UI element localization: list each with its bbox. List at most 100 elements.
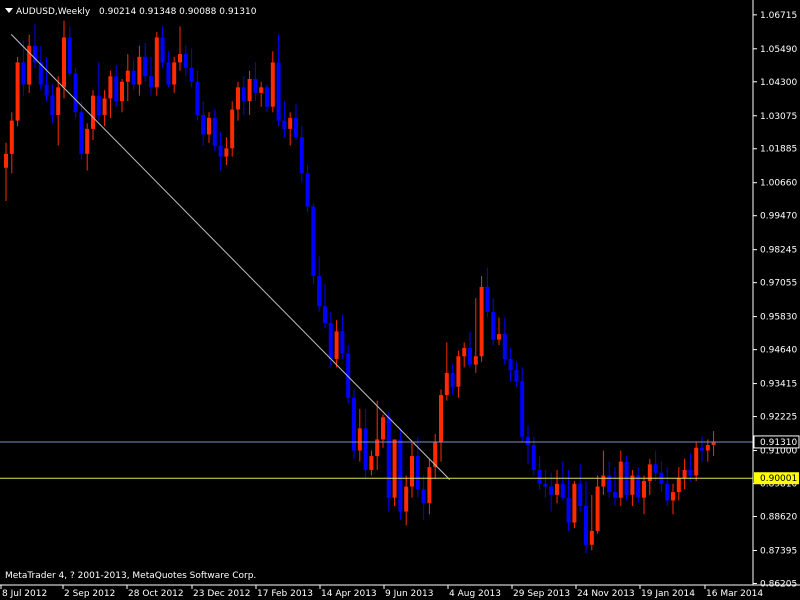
candle-body [195, 81, 200, 116]
candle-body [288, 117, 293, 129]
y-tick-label: 0.86205 [760, 579, 797, 589]
candle-body [560, 483, 565, 498]
candle-body [444, 372, 449, 396]
y-tick-label: 0.88620 [760, 513, 797, 523]
candle-body [178, 54, 182, 63]
candle-body [694, 447, 699, 476]
y-tick-label: 0.93415 [760, 380, 797, 390]
candle-body [427, 467, 432, 504]
candle-body [305, 173, 310, 207]
candle-body [520, 381, 525, 437]
candle-body [642, 481, 646, 498]
x-tick-label: 17 Feb 2013 [257, 589, 313, 599]
ohlc-readout: 0.90214 0.91348 0.90088 0.91310 [99, 7, 257, 17]
candle-body [352, 397, 356, 451]
candle-body [224, 148, 229, 157]
candle-body [276, 62, 281, 121]
candle-body [502, 334, 507, 360]
candle-body [688, 469, 693, 476]
y-tick-label: 1.06715 [760, 11, 797, 21]
candle-body [218, 145, 223, 157]
candle-body [4, 153, 8, 168]
candle-body [102, 98, 107, 116]
candle-body [253, 79, 258, 93]
candle-body [120, 81, 124, 102]
candle-body [595, 486, 600, 531]
candle-body [114, 76, 119, 102]
candle-body [166, 62, 171, 85]
candle-body [566, 497, 571, 523]
candle-body [183, 54, 188, 68]
candle-body [584, 505, 588, 545]
candle-body [282, 120, 287, 129]
candle-body [56, 87, 61, 116]
y-tick-label: 1.00660 [760, 179, 797, 189]
candle-body [705, 444, 710, 451]
candle-body [491, 311, 496, 340]
candle-body [108, 76, 113, 99]
candle-body [682, 469, 687, 479]
candle-body [613, 492, 617, 498]
x-tick-label: 28 Oct 2012 [128, 589, 184, 599]
candle-body [9, 120, 14, 154]
candle-body [421, 489, 426, 504]
candle-body [381, 417, 385, 440]
candle-body [415, 456, 420, 490]
candle-body [671, 492, 675, 501]
y-tick-label: 0.98245 [760, 246, 797, 256]
candle-body [323, 306, 327, 323]
candle-body [270, 62, 275, 107]
candle-body [328, 322, 333, 360]
candle-body [410, 456, 414, 487]
candle-body [473, 356, 478, 365]
x-tick-label: 2 Sep 2012 [64, 589, 115, 599]
candle-body [96, 95, 101, 116]
candle-body [357, 428, 362, 451]
candle-body [676, 478, 681, 493]
candle-body [265, 87, 269, 107]
candle-body [439, 395, 443, 443]
level-price-label: 0.90001 [760, 474, 797, 484]
candle-body [589, 530, 594, 545]
candle-body [572, 483, 577, 523]
bid-price-label: 0.91310 [760, 438, 797, 448]
candle-body [601, 475, 606, 487]
candle-body [653, 464, 658, 473]
candle-body [311, 206, 316, 276]
y-tick-label: 1.03075 [760, 112, 797, 122]
candle-body [485, 286, 490, 312]
candle-body [247, 79, 252, 102]
candle-body [299, 137, 304, 174]
candle-body [201, 115, 206, 135]
candle-body [537, 469, 542, 484]
candle-body [578, 483, 583, 506]
candle-body [207, 117, 211, 135]
candle-body [514, 370, 519, 382]
candle-body [294, 117, 298, 138]
candle-body [543, 483, 548, 487]
candle-body [125, 70, 130, 82]
y-tick-label: 0.99470 [760, 212, 797, 222]
y-tick-label: 0.97055 [760, 279, 797, 289]
candle-body [468, 347, 472, 365]
candle-body [172, 62, 177, 85]
candle-body [15, 62, 20, 121]
candle-body [369, 456, 374, 470]
x-tick-label: 19 Jan 2014 [641, 589, 695, 599]
candle-body [44, 84, 49, 96]
candle-body [363, 428, 368, 470]
candle-body [700, 447, 704, 451]
y-tick-label: 0.94640 [760, 346, 797, 356]
candle-body [137, 56, 142, 85]
price-chart[interactable]: 1.06715 1.05490 1.04300 1.03075 1.01885 1.006… [0, 0, 800, 600]
candle-body [73, 73, 78, 113]
symbol-label: AUDUSD,Weekly [16, 7, 91, 17]
candle-body [317, 275, 322, 307]
y-tick-label: 0.95830 [760, 313, 797, 323]
candle-body [236, 87, 240, 110]
x-tick-label: 4 Aug 2013 [449, 589, 501, 599]
y-tick-label: 1.05490 [760, 45, 797, 55]
candle-body [462, 347, 467, 357]
candle-body [21, 62, 26, 85]
candle-body [555, 483, 559, 495]
